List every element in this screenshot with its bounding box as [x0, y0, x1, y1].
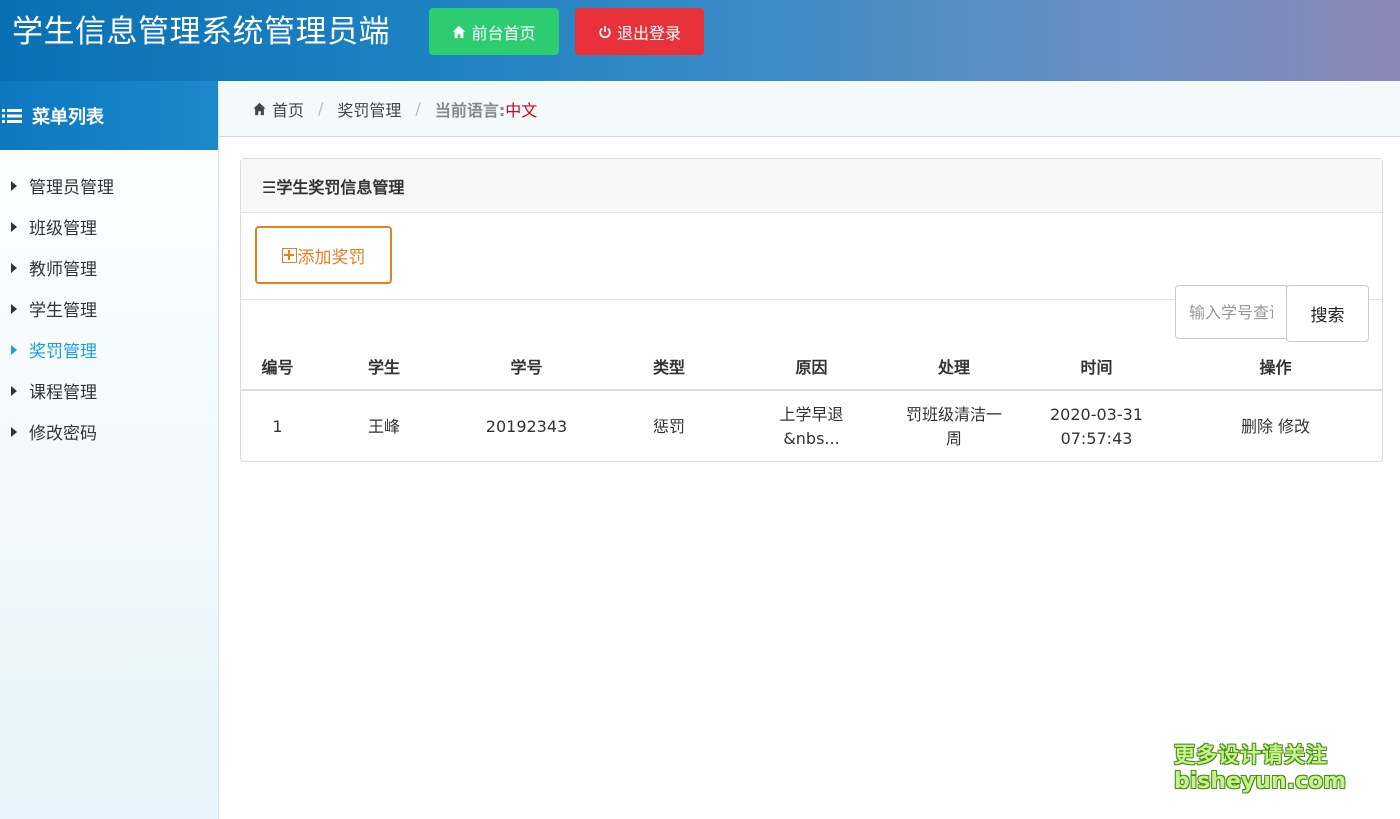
language-value: 中文	[505, 100, 538, 120]
sidebar-title: 菜单列表	[32, 106, 104, 128]
sidebar-item-change-password[interactable]: 修改密码	[0, 411, 218, 452]
sidebar-item-label: 管理员管理	[29, 178, 114, 198]
sidebar-header: 菜单列表	[0, 81, 218, 150]
caret-right-icon	[11, 385, 17, 396]
caret-right-icon	[11, 180, 17, 191]
search-button[interactable]: 搜索	[1286, 285, 1369, 342]
table-header-row: 编号 学生 学号 类型 原因 处理 时间 操作	[241, 342, 1382, 391]
sidebar-item-label: 班级管理	[29, 219, 97, 239]
caret-right-icon	[11, 262, 17, 273]
cell-student-no: 20192343	[485, 416, 568, 436]
language-label: 当前语言:	[434, 100, 506, 120]
table-row: 1 王峰 20192343 惩罚 上学早退 &nbs... 罚班级清洁一周 20…	[241, 390, 1382, 462]
column-header: 学生	[314, 342, 454, 391]
breadcrumb-home[interactable]: 首页	[272, 97, 304, 121]
logout-button[interactable]: 退出登录	[575, 8, 704, 55]
caret-right-icon	[11, 221, 17, 232]
sidebar-menu: 管理员管理 班级管理 教师管理 学生管理 奖罚管理 课程管理 修改密码	[0, 150, 218, 452]
breadcrumb-current[interactable]: 奖罚管理	[337, 97, 401, 121]
cell-handling: 罚班级清洁一周	[905, 404, 1002, 448]
add-reward-punishment-button[interactable]: 添加奖罚	[255, 226, 392, 284]
cell-id: 1	[272, 416, 283, 436]
column-header: 处理	[884, 342, 1024, 391]
column-header: 类型	[599, 342, 739, 391]
column-header: 原因	[739, 342, 884, 391]
delete-link[interactable]: 删除	[1241, 417, 1273, 436]
column-header: 操作	[1169, 342, 1382, 391]
plus-square-icon	[281, 247, 297, 263]
sidebar-item-teacher[interactable]: 教师管理	[0, 247, 218, 288]
caret-right-icon	[11, 426, 17, 437]
add-button-label: 添加奖罚	[297, 247, 366, 268]
reward-punishment-table: 编号 学生 学号 类型 原因 处理 时间 操作 1 王峰 20192343 惩罚…	[241, 342, 1382, 462]
edit-link[interactable]: 修改	[1278, 417, 1310, 436]
breadcrumb-separator: /	[318, 99, 324, 118]
list-icon	[2, 108, 22, 123]
logout-label: 退出登录	[616, 23, 681, 43]
column-header: 编号	[241, 342, 314, 391]
sidebar-item-label: 教师管理	[29, 260, 97, 280]
top-header: 学生信息管理系统管理员端 前台首页 退出登录	[0, 0, 1400, 81]
sidebar-item-label: 修改密码	[29, 424, 97, 444]
home-icon	[453, 25, 466, 38]
sidebar-item-admin[interactable]: 管理员管理	[0, 165, 218, 206]
panel-title: ☰学生奖罚信息管理	[262, 177, 405, 197]
sidebar-item-student[interactable]: 学生管理	[0, 288, 218, 329]
cell-operations: 删除 修改	[1169, 390, 1382, 462]
watermark: 更多设计请关注 bisheyun.com	[1174, 742, 1347, 796]
watermark-line2: bisheyun.com	[1174, 769, 1347, 794]
column-header: 时间	[1024, 342, 1169, 391]
sidebar-item-label: 学生管理	[29, 301, 97, 321]
power-icon	[599, 25, 611, 38]
sidebar: 菜单列表 管理员管理 班级管理 教师管理 学生管理 奖罚管理 课程管理 修改密码	[0, 81, 219, 819]
sidebar-item-label: 课程管理	[29, 383, 97, 403]
frontend-home-label: 前台首页	[471, 23, 536, 43]
frontend-home-button[interactable]: 前台首页	[429, 8, 559, 55]
panel-header: ☰学生奖罚信息管理	[241, 159, 1382, 213]
home-icon	[253, 102, 266, 115]
student-no-search-input[interactable]	[1175, 285, 1287, 339]
sidebar-item-course[interactable]: 课程管理	[0, 370, 218, 411]
caret-right-icon	[11, 303, 17, 314]
breadcrumb-separator: /	[415, 99, 421, 118]
breadcrumb: 首页 / 奖罚管理 / 当前语言: 中文	[219, 81, 1400, 137]
cell-time: 2020-03-31 07:57:43	[1050, 404, 1143, 448]
sidebar-item-reward-punishment[interactable]: 奖罚管理	[0, 329, 218, 370]
cell-reason: 上学早退 &nbs...	[779, 404, 844, 448]
column-header: 学号	[454, 342, 599, 391]
sidebar-item-label: 奖罚管理	[29, 342, 97, 362]
cell-student: 王峰	[367, 416, 400, 436]
cell-type: 惩罚	[652, 416, 685, 436]
app-title: 学生信息管理系统管理员端	[12, 14, 390, 50]
sidebar-item-class[interactable]: 班级管理	[0, 206, 218, 247]
caret-right-icon	[11, 344, 17, 355]
watermark-line1: 更多设计请关注	[1174, 743, 1328, 767]
reward-punishment-panel: ☰学生奖罚信息管理 添加奖罚 搜索 编号 学生 学号 类型 原因 处理 时间 操…	[240, 158, 1383, 462]
